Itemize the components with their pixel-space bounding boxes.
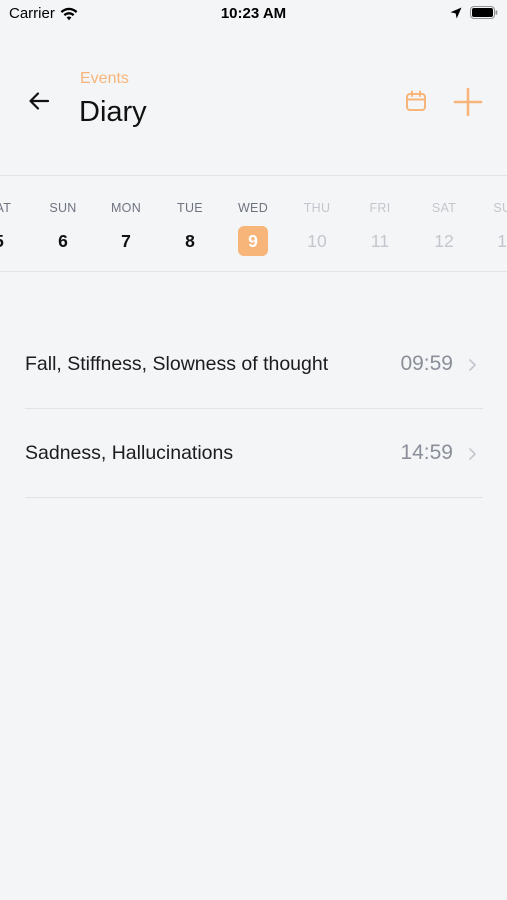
event-list: Fall, Stiffness, Slowness of thought 09:… <box>25 320 483 498</box>
event-row[interactable]: Sadness, Hallucinations 14:59 <box>25 409 483 498</box>
event-row[interactable]: Fall, Stiffness, Slowness of thought 09:… <box>25 320 483 409</box>
event-time: 09:59 <box>400 352 453 375</box>
day-name: SUN <box>49 201 77 215</box>
day-name: TUE <box>177 201 203 215</box>
header: Events Diary <box>0 60 507 140</box>
day-number: 9 <box>238 226 268 256</box>
day-mon-7[interactable]: MON 7 <box>96 176 156 271</box>
chevron-right-icon <box>469 359 476 371</box>
event-title: Fall, Stiffness, Slowness of thought <box>25 353 329 375</box>
day-number: 5 <box>0 231 29 252</box>
day-name: SUN <box>493 201 507 215</box>
day-number: 7 <box>121 231 131 251</box>
event-time: 14:59 <box>400 441 453 464</box>
event-title: Sadness, Hallucinations <box>25 442 234 464</box>
status-time: 10:23 AM <box>220 5 287 22</box>
day-name: SAT <box>431 201 457 215</box>
calendar-icon <box>406 90 426 111</box>
day-name: MON <box>110 201 142 215</box>
chevron-right-icon <box>469 448 476 460</box>
day-name: SAT <box>0 201 12 215</box>
week-strip: SAT 5 SUN 6 MON 7 TUE 8 WED 9 THU 10 FRI… <box>0 175 507 272</box>
location-arrow-icon <box>450 7 462 18</box>
day-number: 13 <box>497 231 507 251</box>
day-name: WED <box>237 201 269 215</box>
day-name: THU <box>303 201 331 215</box>
day-sun-6[interactable]: SUN 6 <box>33 176 93 271</box>
day-name: FRI <box>369 201 391 215</box>
calendar-button[interactable] <box>402 87 430 115</box>
page-subtitle: Events <box>80 70 129 87</box>
battery-icon <box>470 6 498 19</box>
day-wed-9-selected[interactable]: WED 9 <box>223 176 283 271</box>
day-fri-11[interactable]: FRI 11 <box>350 176 410 271</box>
day-tue-8[interactable]: TUE 8 <box>160 176 220 271</box>
plus-icon <box>453 87 483 117</box>
day-number: 6 <box>58 231 68 251</box>
add-event-button[interactable] <box>450 84 486 120</box>
day-sat-12[interactable]: SAT 12 <box>414 176 474 271</box>
arrow-left-icon <box>29 92 50 110</box>
day-number: 12 <box>434 231 454 251</box>
page-title: Diary <box>79 96 147 128</box>
status-bar: Carrier 10:23 AM <box>0 0 507 28</box>
day-sat-5[interactable]: SAT 5 <box>0 176 29 271</box>
back-button[interactable] <box>24 86 54 116</box>
day-number: 11 <box>370 231 390 251</box>
day-sun-13[interactable]: SUN 13 <box>477 176 507 271</box>
day-thu-10[interactable]: THU 10 <box>287 176 347 271</box>
day-number: 10 <box>307 231 327 251</box>
day-number: 8 <box>185 231 195 251</box>
status-right <box>450 6 498 19</box>
